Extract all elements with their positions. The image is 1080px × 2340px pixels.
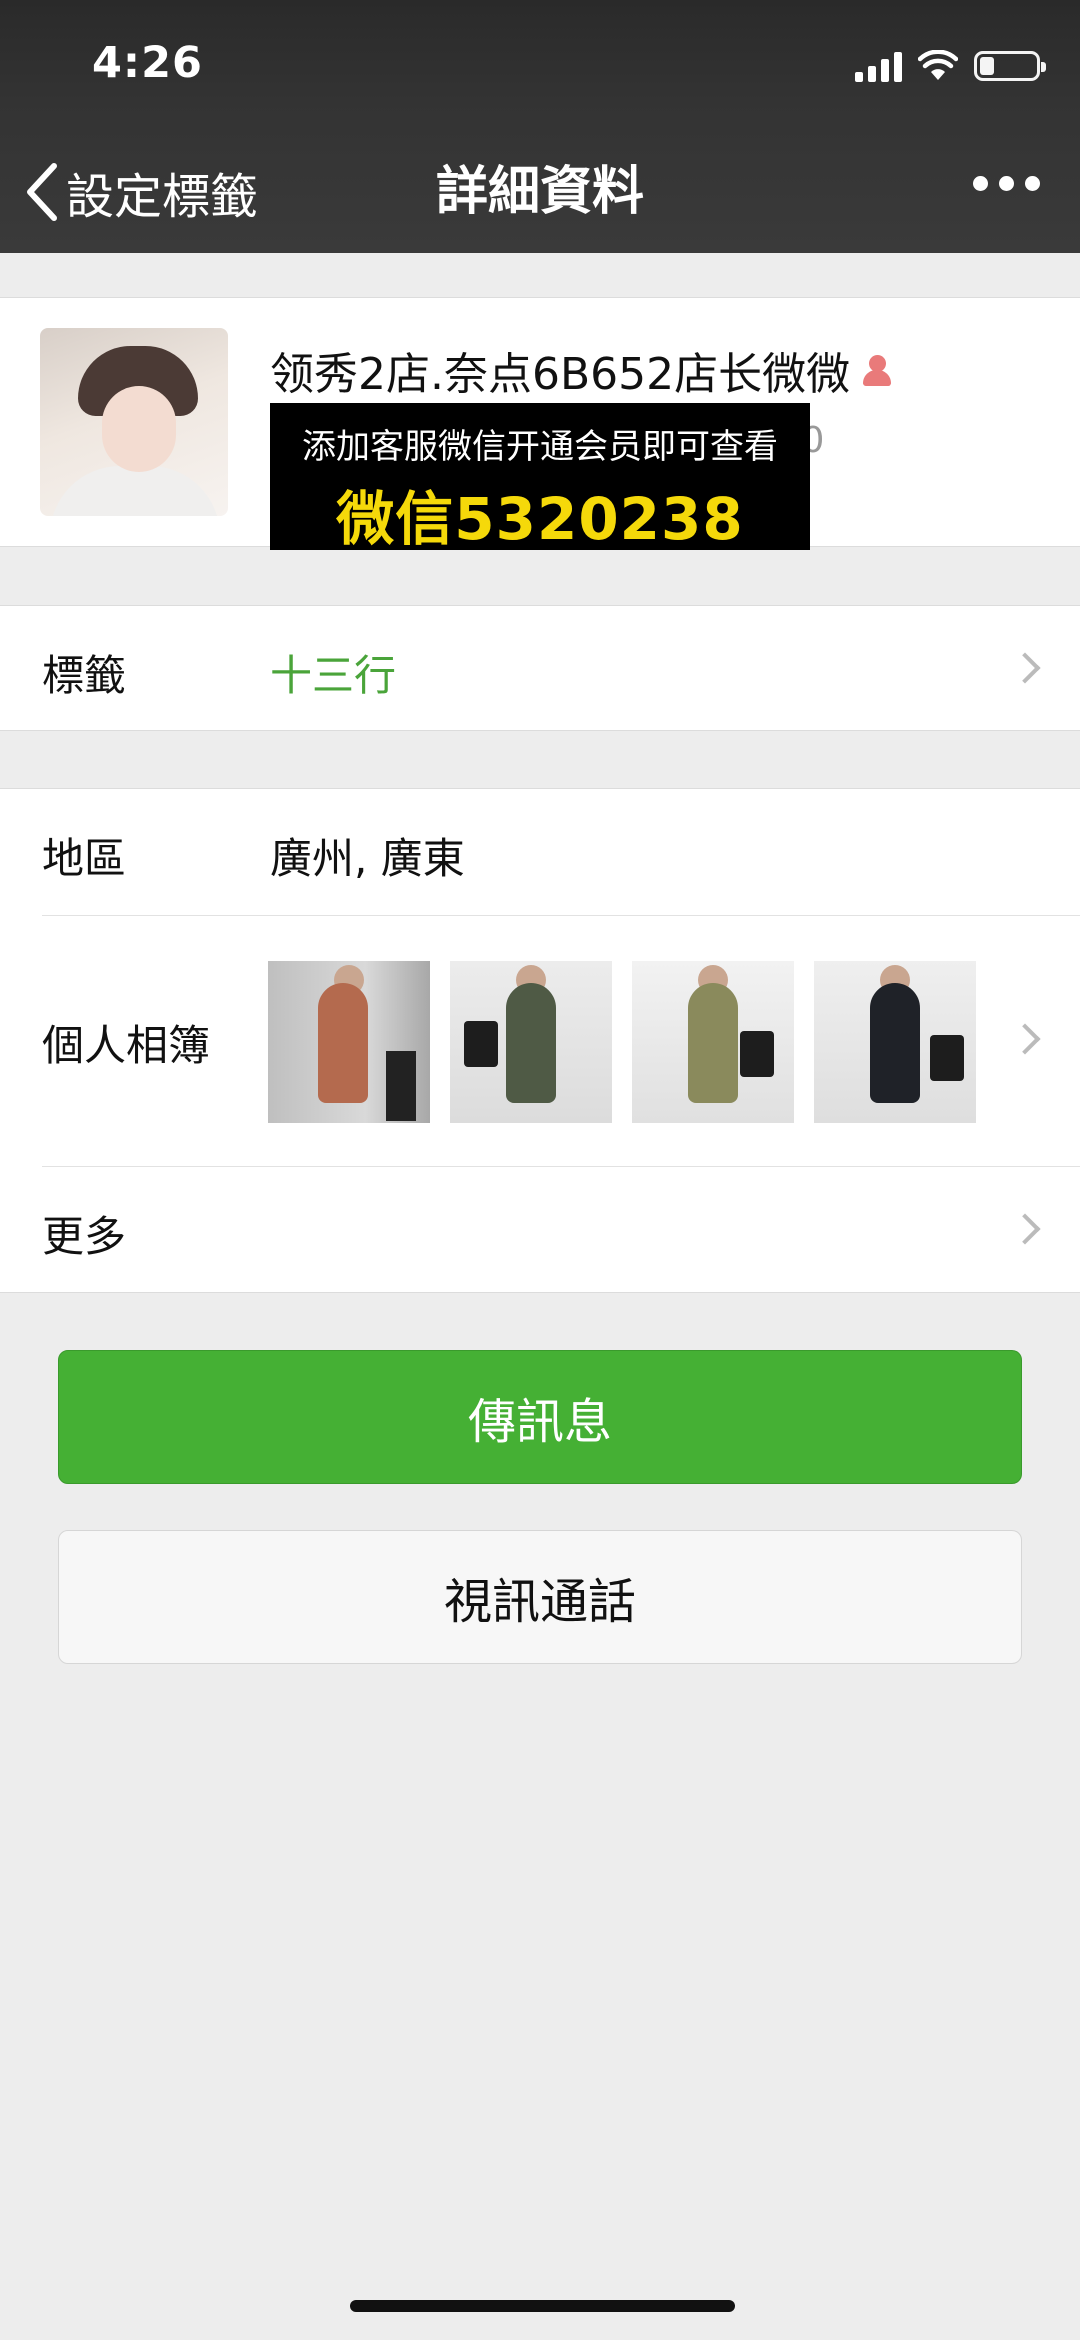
more-row[interactable]: 更多 xyxy=(0,1167,1080,1293)
chevron-right-icon xyxy=(1009,652,1041,684)
avatar[interactable] xyxy=(40,328,228,516)
tags-row[interactable]: 標籤 十三行 xyxy=(0,605,1080,731)
page-title: 詳細資料 xyxy=(435,162,644,222)
chevron-right-icon xyxy=(1009,1213,1041,1245)
video-call-button[interactable]: 視訊通話 xyxy=(58,1530,1022,1664)
album-label: 個人相簿 xyxy=(42,1021,211,1070)
promo-line-1: 添加客服微信开通会员即可查看 xyxy=(302,427,778,467)
dot-icon xyxy=(999,176,1014,191)
album-photo[interactable] xyxy=(268,961,430,1123)
promo-line-2: 微信5320238 xyxy=(336,485,744,553)
top-header: 4:26 設定標籤 詳細資料 xyxy=(0,0,1080,253)
album-photo[interactable] xyxy=(632,961,794,1123)
album-photo[interactable] xyxy=(814,961,976,1123)
send-message-button[interactable]: 傳訊息 xyxy=(58,1350,1022,1484)
battery-icon xyxy=(974,51,1046,81)
dot-icon xyxy=(973,176,988,191)
tags-value: 十三行 xyxy=(270,651,397,700)
chevron-right-icon xyxy=(1009,1023,1041,1055)
profile-name-text: 领秀2店.奈点6B652店长微微 xyxy=(270,349,851,400)
album-photo[interactable] xyxy=(450,961,612,1123)
tags-label: 標籤 xyxy=(42,651,127,700)
cellular-signal-icon xyxy=(855,50,902,82)
dot-icon xyxy=(1025,176,1040,191)
status-icons xyxy=(855,46,1046,86)
more-options-button[interactable] xyxy=(973,176,1040,191)
female-icon xyxy=(860,353,894,387)
album-photos xyxy=(268,961,976,1123)
wifi-icon xyxy=(918,50,958,80)
region-label: 地區 xyxy=(42,834,127,883)
region-row: 地區 廣州, 廣東 xyxy=(0,789,1080,915)
region-value: 廣州, 廣東 xyxy=(270,834,465,883)
info-group: 地區 廣州, 廣東 個人相簿 更多 xyxy=(0,788,1080,1293)
more-label: 更多 xyxy=(42,1212,127,1261)
home-indicator[interactable] xyxy=(350,2300,735,2312)
promo-overlay: 添加客服微信开通会员即可查看 微信5320238 xyxy=(270,403,810,553)
profile-name: 领秀2店.奈点6B652店长微微 xyxy=(270,338,894,402)
status-time: 4:26 xyxy=(92,38,203,88)
